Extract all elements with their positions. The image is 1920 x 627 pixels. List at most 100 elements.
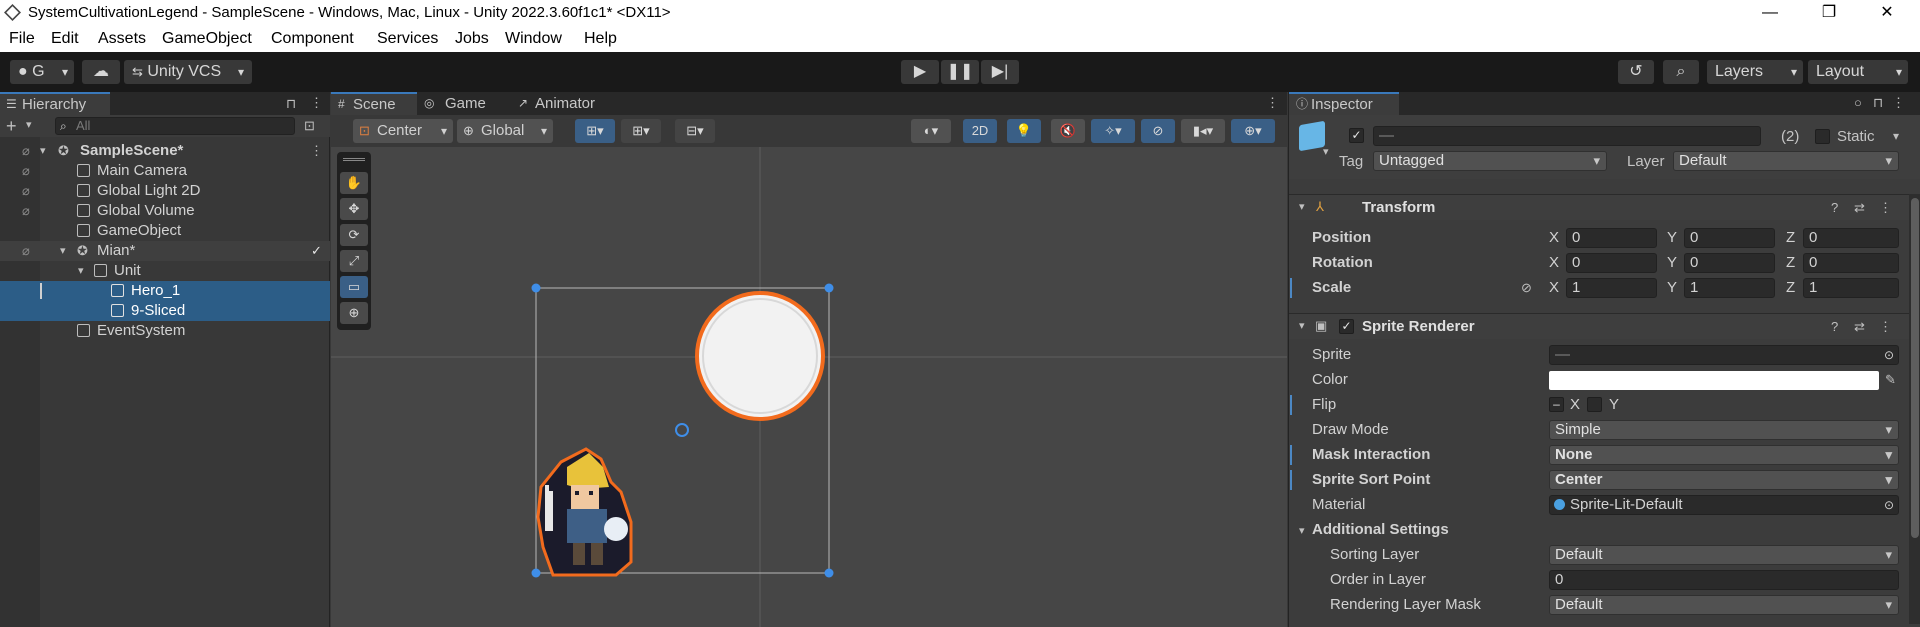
mask-interaction-dropdown[interactable]: None: [1549, 445, 1899, 465]
menu-component[interactable]: Component: [271, 30, 354, 48]
hierarchy-row-hero[interactable]: Hero_1: [0, 281, 330, 301]
sprite-renderer-enabled-checkbox[interactable]: ✓: [1339, 319, 1354, 334]
preset-icon[interactable]: ⇄: [1854, 200, 1865, 216]
menu-edit[interactable]: Edit: [51, 30, 79, 48]
hierarchy-row-mian[interactable]: ⌀ ▾ ✪ Mian* ✓: [0, 241, 330, 261]
sorting-layer-dropdown[interactable]: Default: [1549, 545, 1899, 565]
flip-x-checkbox[interactable]: –: [1549, 397, 1564, 412]
visibility-icon[interactable]: ⌀: [22, 201, 30, 221]
position-y-field[interactable]: 0: [1684, 228, 1775, 248]
chevron-down-icon[interactable]: ▾: [1299, 319, 1305, 332]
hierarchy-row-main-camera[interactable]: ⌀ Main Camera: [0, 161, 330, 181]
filter-icon[interactable]: ⊡: [304, 118, 315, 134]
grid-snap-button[interactable]: ⊞▾: [575, 119, 615, 143]
hierarchy-row-eventsystem[interactable]: EventSystem: [0, 321, 330, 341]
menu-file[interactable]: File: [9, 30, 35, 48]
menu-help[interactable]: Help: [584, 30, 617, 48]
chevron-down-icon[interactable]: ▾: [1323, 145, 1329, 158]
tab-game[interactable]: ◎ Game: [417, 92, 513, 115]
scene-viewport[interactable]: [331, 147, 1287, 627]
sort-point-dropdown[interactable]: Center: [1549, 470, 1899, 490]
visibility-icon[interactable]: ⌀: [22, 181, 30, 201]
tag-dropdown[interactable]: Untagged: [1373, 151, 1607, 171]
chevron-down-icon[interactable]: ▾: [1893, 129, 1899, 143]
tab-animator[interactable]: ↗ Animator: [513, 92, 623, 115]
preset-icon[interactable]: ⇄: [1854, 319, 1865, 335]
account-dropdown[interactable]: ● G ▾: [10, 60, 74, 84]
visibility-icon[interactable]: ⌀: [22, 161, 30, 181]
position-z-field[interactable]: 0: [1803, 228, 1899, 248]
additional-settings-row[interactable]: ▾ Additional Settings: [1289, 518, 1909, 542]
history-button[interactable]: ↺: [1618, 60, 1654, 84]
scale-y-field[interactable]: 1: [1684, 278, 1775, 298]
vcs-dropdown[interactable]: ⇆ Unity VCS ▾: [124, 60, 252, 84]
close-button[interactable]: ✕: [1864, 2, 1910, 26]
lock-icon[interactable]: ⊓: [1873, 95, 1883, 111]
object-picker-icon[interactable]: ⊙: [1884, 346, 1894, 364]
inspector-scrollbar[interactable]: [1909, 194, 1920, 624]
audio-button[interactable]: 🔇: [1051, 119, 1085, 143]
sprite-renderer-header[interactable]: ▾ ▣ ✓ Sprite Renderer ? ⇄ ⋮: [1289, 313, 1909, 339]
align-button[interactable]: ⊟▾: [675, 119, 715, 143]
flip-y-checkbox[interactable]: [1587, 397, 1602, 412]
chevron-down-icon[interactable]: ▾: [1299, 519, 1305, 543]
help-icon[interactable]: ?: [1831, 319, 1838, 334]
mode-2d-button[interactable]: 2D: [963, 119, 997, 143]
hierarchy-row-global-volume[interactable]: ⌀ Global Volume: [0, 201, 330, 221]
visibility-icon[interactable]: ⌀: [22, 241, 30, 261]
effects-button[interactable]: ✧▾: [1091, 119, 1135, 143]
layout-dropdown[interactable]: Layout ▾: [1808, 60, 1908, 84]
object-name-input[interactable]: —: [1373, 126, 1761, 146]
hierarchy-row-global-light[interactable]: ⌀ Global Light 2D: [0, 181, 330, 201]
object-picker-icon[interactable]: ⊙: [1884, 496, 1894, 514]
minimize-button[interactable]: —: [1747, 2, 1793, 26]
material-field[interactable]: Sprite-Lit-Default ⊙: [1549, 495, 1899, 515]
rotation-y-field[interactable]: 0: [1684, 253, 1775, 273]
maximize-button[interactable]: ❐: [1806, 2, 1852, 26]
space-dropdown[interactable]: ⊕ Global ▾: [457, 119, 553, 143]
hierarchy-row-gameobject[interactable]: GameObject: [0, 221, 330, 241]
rotation-z-field[interactable]: 0: [1803, 253, 1899, 273]
debug-mode-icon[interactable]: ○: [1854, 95, 1862, 110]
hidden-objects-button[interactable]: ⊘: [1141, 119, 1175, 143]
step-button[interactable]: ▶|: [981, 60, 1019, 84]
draw-mode-button[interactable]: ◐▾: [911, 119, 951, 143]
layers-dropdown[interactable]: Layers ▾: [1707, 60, 1803, 84]
kebab-menu-icon[interactable]: ⋮: [1892, 95, 1905, 111]
increment-snap-button[interactable]: ⊞▾: [621, 119, 661, 143]
search-button[interactable]: ⌕: [1663, 60, 1699, 84]
hierarchy-row-9-sliced[interactable]: 9-Sliced: [0, 301, 330, 321]
add-icon[interactable]: +: [6, 116, 17, 137]
pivot-dropdown[interactable]: ⊡ Center ▾: [353, 119, 453, 143]
help-icon[interactable]: ?: [1831, 200, 1838, 215]
draw-mode-dropdown[interactable]: Simple: [1549, 420, 1899, 440]
gizmos-button[interactable]: ⊕▾: [1231, 119, 1275, 143]
lighting-button[interactable]: 💡: [1007, 119, 1041, 143]
tab-scene[interactable]: # Scene: [331, 92, 417, 115]
active-checkbox[interactable]: ✓: [1349, 128, 1364, 143]
menu-assets[interactable]: Assets: [98, 30, 146, 48]
tab-inspector[interactable]: ⓘ Inspector: [1289, 92, 1399, 115]
rotation-x-field[interactable]: 0: [1566, 253, 1657, 273]
color-swatch[interactable]: [1549, 371, 1879, 390]
camera-button[interactable]: ▮◂▾: [1181, 119, 1225, 143]
visibility-icon[interactable]: ⌀: [22, 141, 30, 161]
menu-jobs[interactable]: Jobs: [455, 30, 489, 48]
scrollbar-thumb[interactable]: [1911, 198, 1919, 538]
kebab-menu-icon[interactable]: ⋮: [1879, 200, 1892, 216]
link-off-icon[interactable]: ⊘: [1521, 276, 1532, 300]
kebab-menu-icon[interactable]: ⋮: [310, 95, 323, 111]
hierarchy-search-input[interactable]: ⌕ All: [55, 117, 295, 135]
pause-button[interactable]: ❚❚: [941, 60, 979, 84]
hierarchy-row-unit[interactable]: ▾ Unit: [0, 261, 330, 281]
scale-x-field[interactable]: 1: [1566, 278, 1657, 298]
play-button[interactable]: ▶: [901, 60, 939, 84]
cloud-button[interactable]: ☁: [82, 60, 120, 84]
tab-hierarchy[interactable]: ☰ Hierarchy: [0, 92, 110, 115]
chevron-down-icon[interactable]: ▾: [78, 261, 84, 281]
lock-icon[interactable]: ⊓: [286, 96, 296, 112]
rendering-layer-mask-dropdown[interactable]: Default: [1549, 595, 1899, 615]
transform-header[interactable]: ▾ ⅄ Transform ? ⇄ ⋮: [1289, 194, 1909, 220]
kebab-menu-icon[interactable]: ⋮: [310, 141, 323, 161]
menu-gameobject[interactable]: GameObject: [162, 30, 252, 48]
